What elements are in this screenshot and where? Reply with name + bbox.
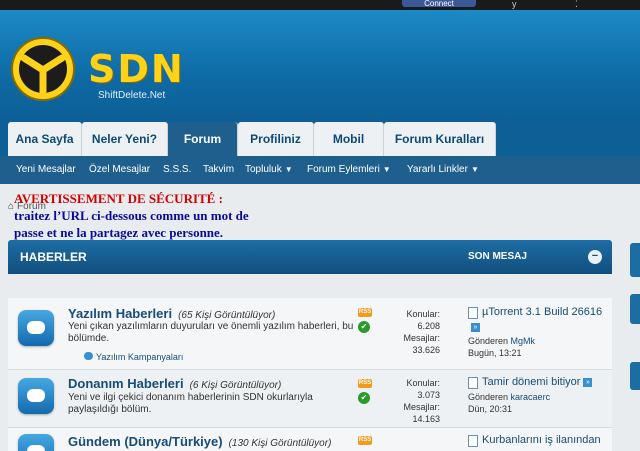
forum-bubble-icon[interactable] xyxy=(18,378,54,414)
last-post-title[interactable]: Kurbanlarını iş ilanından xyxy=(482,434,601,446)
forum-title[interactable]: Gündem (Dünya/Türkiye) (130 Kişi Görüntül… xyxy=(68,434,331,449)
posted-by-label: Gönderen xyxy=(468,335,509,346)
sidebar-block-header xyxy=(630,362,640,390)
go-to-post-icon[interactable]: » xyxy=(583,378,593,388)
forum-stats: Konular: 6.208 Mesajlar: 33.626 xyxy=(386,308,440,356)
warning-body: traitez l’URL ci-dessous comme un mot de… xyxy=(14,208,249,240)
posts-label: Mesajlar: xyxy=(403,402,440,412)
category-title[interactable]: HABERLER xyxy=(20,240,87,274)
posts-label: Mesajlar: xyxy=(403,333,440,343)
facebook-connect-button[interactable]: Connect xyxy=(402,0,476,7)
top-separator-icon: ⁚ xyxy=(575,0,578,9)
subnav-sss[interactable]: S.S.S. xyxy=(163,156,191,184)
last-post-heading: SON MESAJ xyxy=(468,251,527,262)
warning-title: AVERTISSEMENT DE SÉCURITÉ : xyxy=(14,191,223,206)
subnav-yararli-linkler-label: Yararlı Linkler xyxy=(407,164,468,175)
thread-icon xyxy=(468,306,478,319)
forum-row: Donanım Haberleri (6 Kişi Görüntülüyor) Y… xyxy=(8,370,612,428)
sidebar-block-header xyxy=(630,294,640,324)
subnav-topluluk-label: Topluluk xyxy=(245,164,282,175)
forum-title-label: Yazılım Haberleri xyxy=(68,306,173,321)
topics-label: Konular: xyxy=(406,378,440,388)
rss-icon[interactable]: RSS xyxy=(358,308,372,317)
subnav-ozel-mesajlar[interactable]: Özel Mesajlar xyxy=(89,156,150,184)
subnav-forum-eylemleri[interactable]: Forum Eylemleri ▼ xyxy=(307,156,391,184)
subnav-takvim[interactable]: Takvim xyxy=(203,156,234,184)
sdn-logo-icon[interactable] xyxy=(10,36,76,102)
subforum-icon xyxy=(84,352,93,360)
tab-ana-sayfa[interactable]: Ana Sayfa xyxy=(8,122,82,156)
forum-stats: Konular: 3.073 Mesajlar: 14.163 xyxy=(386,377,440,425)
forum-viewers: (130 Kişi Görüntülüyor) xyxy=(228,438,332,449)
forum-description: Yeni ve ilgi çekici donanım haberlerinin… xyxy=(68,392,313,415)
subnav-yeni-mesajlar[interactable]: Yeni Mesajlar xyxy=(16,156,76,184)
rss-icon[interactable]: RSS xyxy=(358,379,372,388)
tab-profiliniz[interactable]: Profiliniz xyxy=(238,122,314,156)
status-ok-icon: ✔ xyxy=(358,392,370,404)
forum-title[interactable]: Donanım Haberleri (6 Kişi Görüntülüyor) xyxy=(68,376,281,391)
last-post-title[interactable]: Tamir dönemi bitiyor xyxy=(482,376,580,388)
subforum-label: Yazılım Kampanyaları xyxy=(96,352,184,362)
last-post: Kurbanlarını iş ilanından xyxy=(468,434,618,447)
posted-by-label: Gönderen xyxy=(468,391,509,402)
site-header: SDN ShiftDelete.Net xyxy=(0,10,640,122)
tab-neler-yeni[interactable]: Neler Yeni? xyxy=(82,122,168,156)
forum-row: Yazılım Haberleri (65 Kişi Görüntülüyor) … xyxy=(8,298,612,370)
forum-category-header: HABERLER SON MESAJ − xyxy=(8,240,612,274)
tab-forum[interactable]: Forum xyxy=(168,122,238,156)
forum-bubble-icon[interactable] xyxy=(18,310,54,346)
last-post-title[interactable]: µTorrent 3.1 Build 26616 xyxy=(482,306,602,318)
subnav-topluluk[interactable]: Topluluk ▼ xyxy=(245,156,293,184)
logo-text[interactable]: SDN xyxy=(88,50,185,88)
forum-title[interactable]: Yazılım Haberleri (65 Kişi Görüntülüyor) xyxy=(68,306,275,321)
forum-description: Yeni çıkan yazılımların duyuruları ve ön… xyxy=(68,321,354,344)
chevron-down-icon: ▼ xyxy=(470,165,479,174)
last-post: µTorrent 3.1 Build 26616 » Gönderen MgMk… xyxy=(468,306,618,359)
tab-forum-kurallari[interactable]: Forum Kuralları xyxy=(384,122,496,156)
last-post-user[interactable]: MgMk xyxy=(511,336,536,346)
collapse-icon[interactable]: − xyxy=(588,250,602,264)
forum-viewers: (65 Kişi Görüntülüyor) xyxy=(178,310,276,321)
posts-count: 14.163 xyxy=(412,414,440,424)
subnav-yararli-linkler[interactable]: Yararlı Linkler ▼ xyxy=(407,156,479,184)
forum-title-label: Donanım Haberleri xyxy=(68,376,184,391)
thread-icon xyxy=(468,434,478,447)
main-nav: Ana Sayfa Neler Yeni? Forum Profiliniz M… xyxy=(0,122,640,156)
topics-label: Konular: xyxy=(406,309,440,319)
forum-viewers: (6 Kişi Görüntülüyor) xyxy=(189,380,282,391)
chevron-down-icon: ▼ xyxy=(284,165,293,174)
subforum-link[interactable]: Yazılım Kampanyaları xyxy=(84,352,183,362)
forum-title-label: Gündem (Dünya/Türkiye) xyxy=(68,434,223,449)
posts-count: 33.626 xyxy=(412,345,440,355)
last-post: Tamir dönemi bitiyor» Gönderen karacaerc… xyxy=(468,376,618,415)
security-warning: AVERTISSEMENT DE SÉCURITÉ : traitez l’UR… xyxy=(14,190,274,241)
top-bar xyxy=(0,0,640,10)
chevron-down-icon: ▼ xyxy=(382,165,391,174)
last-post-time: Bugün, 13:21 xyxy=(468,347,522,358)
topics-count: 6.208 xyxy=(417,321,440,331)
topics-count: 3.073 xyxy=(417,390,440,400)
sidebar-block-header xyxy=(630,243,640,277)
rss-icon[interactable]: RSS xyxy=(358,436,372,445)
sub-nav: Yeni Mesajlar Özel Mesajlar S.S.S. Takvi… xyxy=(0,156,640,184)
subnav-forum-eylemleri-label: Forum Eylemleri xyxy=(307,164,380,175)
thread-icon xyxy=(468,376,478,389)
last-post-user[interactable]: karacaerc xyxy=(511,392,551,402)
forum-bubble-icon[interactable] xyxy=(18,434,54,451)
logo-subtitle: ShiftDelete.Net xyxy=(98,90,166,101)
tab-mobil[interactable]: Mobil xyxy=(314,122,384,156)
forum-row: Gündem (Dünya/Türkiye) (130 Kişi Görüntül… xyxy=(8,428,612,451)
go-to-post-icon[interactable]: » xyxy=(471,322,480,332)
last-post-time: Dün, 20:31 xyxy=(468,403,513,414)
status-ok-icon: ✔ xyxy=(358,321,370,333)
top-link-icon[interactable]: y xyxy=(512,0,517,9)
